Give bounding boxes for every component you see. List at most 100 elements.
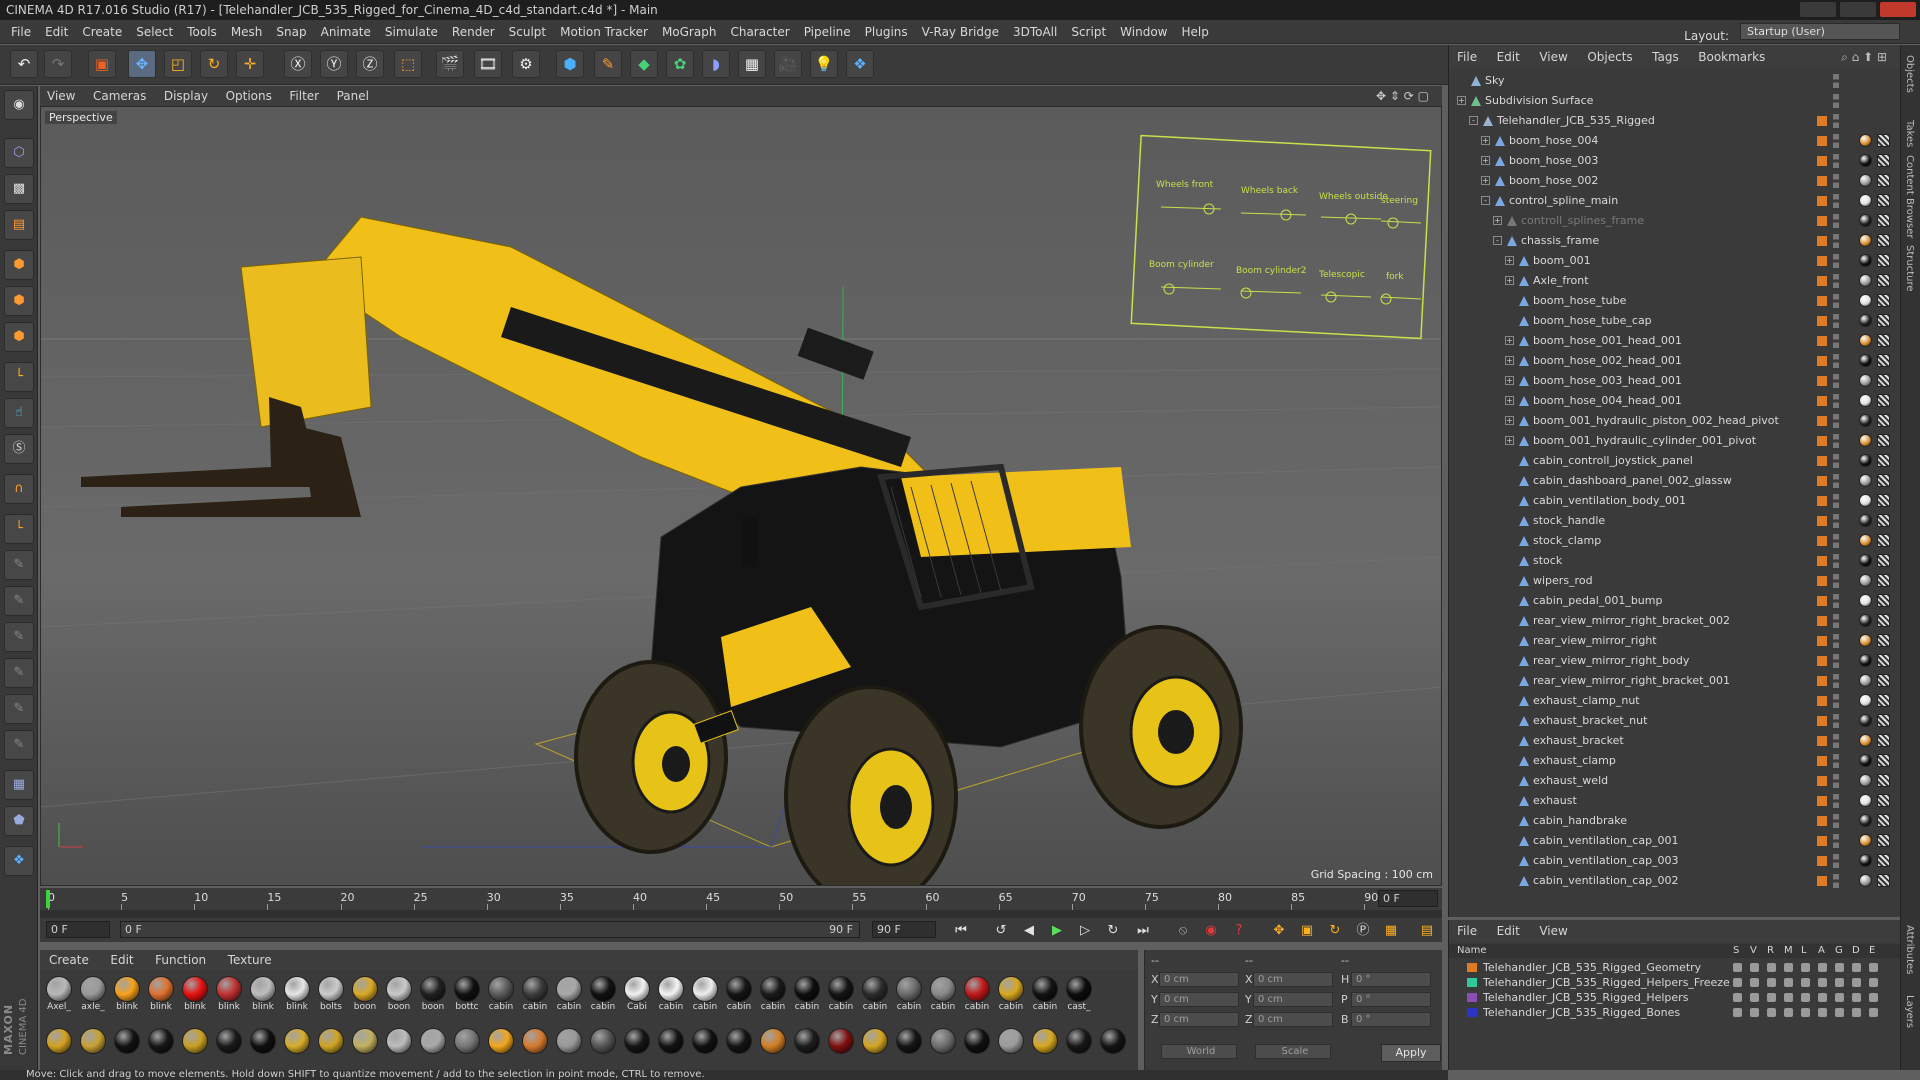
make-editable-icon[interactable]: ◉ — [4, 90, 34, 120]
layer-menu-view[interactable]: View — [1531, 920, 1575, 942]
layer-color-swatch[interactable] — [1817, 376, 1827, 386]
uvw-tag-icon[interactable] — [1877, 134, 1890, 147]
visibility-dots-icon[interactable] — [1833, 274, 1839, 288]
object-row[interactable]: stock — [1449, 551, 1901, 571]
light-icon[interactable]: 💡 — [810, 50, 838, 78]
layer-color-swatch[interactable] — [1817, 176, 1827, 186]
menu-help[interactable]: Help — [1174, 20, 1215, 44]
array-icon[interactable]: ✿ — [666, 50, 694, 78]
goto-next-key-icon[interactable]: ↻ — [1102, 921, 1124, 941]
material-swatch[interactable] — [316, 1028, 346, 1054]
visibility-dots-icon[interactable] — [1833, 334, 1839, 348]
move-tool-icon[interactable]: ✥ — [128, 50, 156, 78]
material-swatch[interactable] — [656, 1028, 686, 1054]
start-frame-field[interactable]: 0 F — [46, 921, 110, 938]
menu-mograph[interactable]: MoGraph — [655, 20, 724, 44]
material-swatch[interactable]: cabin — [1030, 976, 1060, 1014]
uvw-tag-icon[interactable] — [1877, 394, 1890, 407]
material-swatch[interactable] — [894, 1028, 924, 1054]
coord-value-field[interactable]: 0 ° — [1351, 992, 1431, 1007]
material-tag-icon[interactable] — [1859, 754, 1872, 767]
apply-button[interactable]: Apply — [1381, 1044, 1441, 1062]
brush-3-icon[interactable]: ✎ — [4, 622, 34, 652]
object-row[interactable]: cabin_ventilation_cap_003 — [1449, 851, 1901, 871]
material-swatch[interactable]: boon — [418, 976, 448, 1014]
layer-toggle-icon[interactable] — [1818, 963, 1827, 972]
layer-color-swatch[interactable] — [1817, 736, 1827, 746]
material-swatch[interactable]: cabin — [758, 976, 788, 1014]
material-swatch[interactable]: cabin — [724, 976, 754, 1014]
viewport-navigation-icons[interactable]: ✥ ⇕ ⟳ ▢ — [1369, 86, 1436, 106]
material-swatch[interactable] — [622, 1028, 652, 1054]
expand-icon[interactable]: + — [1505, 336, 1514, 345]
expand-icon[interactable]: + — [1505, 396, 1514, 405]
layer-menu-file[interactable]: File — [1449, 920, 1485, 942]
material-menu-function[interactable]: Function — [146, 950, 215, 970]
layer-color-swatch[interactable] — [1817, 216, 1827, 226]
object-row[interactable]: + boom_hose_004_head_001 — [1449, 391, 1901, 411]
layer-color-swatch[interactable] — [1817, 136, 1827, 146]
object-row[interactable]: + boom_hose_003 — [1449, 151, 1901, 171]
object-row[interactable]: + Subdivision Surface — [1449, 91, 1901, 111]
uvw-tag-icon[interactable] — [1877, 414, 1890, 427]
object-row[interactable]: exhaust_clamp — [1449, 751, 1901, 771]
python-icon[interactable]: ❖ — [846, 50, 874, 78]
layer-toggle-icon[interactable] — [1818, 1008, 1827, 1017]
maximize-button[interactable] — [1840, 2, 1876, 17]
uvw-tag-icon[interactable] — [1877, 834, 1890, 847]
object-row[interactable]: + boom_001_hydraulic_piston_002_head_pivo… — [1449, 411, 1901, 431]
visibility-dots-icon[interactable] — [1833, 734, 1839, 748]
expand-icon[interactable]: + — [1505, 276, 1514, 285]
tab-content-browser[interactable]: Content Browser — [1904, 155, 1915, 238]
coord-value-field[interactable]: 0 cm — [1253, 992, 1333, 1007]
object-row[interactable]: + boom_hose_003_head_001 — [1449, 371, 1901, 391]
layer-color-swatch[interactable] — [1817, 856, 1827, 866]
material-tag-icon[interactable] — [1859, 154, 1872, 167]
object-row[interactable]: + boom_hose_001_head_001 — [1449, 331, 1901, 351]
material-swatch[interactable] — [486, 1028, 516, 1054]
axis-mode-icon[interactable]: └ — [4, 362, 34, 392]
material-tag-icon[interactable] — [1859, 514, 1872, 527]
material-tag-icon[interactable] — [1859, 254, 1872, 267]
obj-menu-file[interactable]: File — [1449, 45, 1485, 69]
expand-icon[interactable]: + — [1493, 216, 1502, 225]
uvw-tag-icon[interactable] — [1877, 214, 1890, 227]
material-tag-icon[interactable] — [1859, 294, 1872, 307]
material-swatch[interactable]: cabin — [520, 976, 550, 1014]
visibility-dots-icon[interactable] — [1833, 454, 1839, 468]
autokey-icon[interactable]: ◉ — [1200, 921, 1222, 941]
layer-toggle-icon[interactable] — [1835, 978, 1844, 987]
render-settings-icon[interactable]: ⚙ — [512, 50, 540, 78]
layer-color-swatch[interactable] — [1817, 336, 1827, 346]
layer-color-swatch[interactable] — [1467, 963, 1477, 972]
timeline-ruler[interactable]: 0 5 10 15 20 25 30 35 40 45 50 55 60 65 70 75 80 85 90 0 F — [40, 888, 1442, 910]
material-swatch[interactable] — [384, 1028, 414, 1054]
layer-toggle-icon[interactable] — [1835, 963, 1844, 972]
subdivision-surface-icon[interactable]: ◆ — [630, 50, 658, 78]
visibility-dots-icon[interactable] — [1833, 314, 1839, 328]
material-swatch[interactable]: Cabi — [622, 976, 652, 1014]
layer-color-swatch[interactable] — [1817, 696, 1827, 706]
material-swatch[interactable] — [520, 1028, 550, 1054]
expand-icon[interactable]: + — [1505, 376, 1514, 385]
viewport-menu-panel[interactable]: Panel — [330, 86, 376, 106]
material-swatch[interactable]: cabin — [486, 976, 516, 1014]
expand-icon[interactable]: + — [1481, 176, 1490, 185]
layer-color-swatch[interactable] — [1817, 596, 1827, 606]
python-console-icon[interactable]: ❖ — [4, 846, 34, 876]
menu-edit[interactable]: Edit — [38, 20, 75, 44]
coord-value-field[interactable]: 0 cm — [1159, 1012, 1239, 1027]
uvw-tag-icon[interactable] — [1877, 434, 1890, 447]
layer-color-swatch[interactable] — [1817, 276, 1827, 286]
material-swatch[interactable] — [962, 1028, 992, 1054]
coord-mode-scale-select[interactable]: Scale — [1255, 1044, 1331, 1059]
layer-color-swatch[interactable] — [1817, 516, 1827, 526]
layer-row[interactable]: Telehandler_JCB_535_Rigged_Helpers_Freez… — [1449, 975, 1901, 990]
material-tag-icon[interactable] — [1859, 414, 1872, 427]
layer-color-swatch[interactable] — [1817, 496, 1827, 506]
layer-color-swatch[interactable] — [1817, 156, 1827, 166]
uvw-tag-icon[interactable] — [1877, 794, 1890, 807]
layer-row[interactable]: Telehandler_JCB_535_Rigged_Helpers — [1449, 990, 1901, 1005]
visibility-dots-icon[interactable] — [1833, 614, 1839, 628]
expand-icon[interactable]: + — [1457, 96, 1466, 105]
